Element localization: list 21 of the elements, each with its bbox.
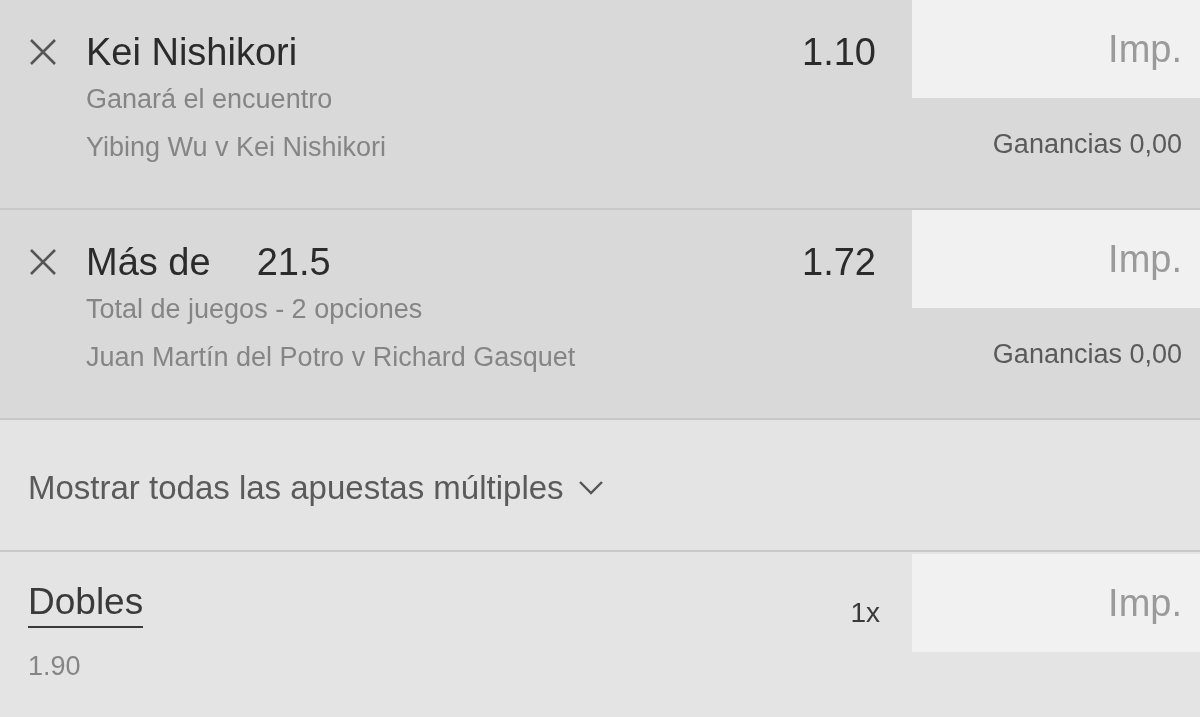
close-icon	[29, 38, 57, 66]
winnings-text: Ganancias 0,00	[991, 128, 1183, 161]
chevron-down-icon	[577, 480, 604, 496]
event-name: Yibing Wu v Kei Nishikori	[86, 131, 387, 164]
combo-odds: 1.90	[28, 650, 82, 683]
close-icon	[29, 248, 57, 276]
market-name: Total de juegos - 2 opciones	[86, 293, 424, 326]
selection-name: Kei Nishikori	[86, 30, 298, 74]
combo-name[interactable]: Dobles	[28, 578, 144, 628]
odds-value: 1.72	[801, 240, 877, 285]
selection-line: 21.5	[256, 240, 331, 284]
show-multiples-toggle[interactable]: Mostrar todas las apuestas múltiples	[28, 463, 604, 513]
stake-input-field[interactable]: Imp.	[912, 554, 1200, 652]
odds-value: 1.10	[801, 30, 877, 75]
stake-input-field[interactable]: Imp.	[912, 0, 1200, 98]
multiplier-text: 1x	[850, 596, 881, 630]
selection-name: Más de	[86, 240, 211, 284]
market-name: Ganará el encuentro	[86, 83, 334, 116]
stake-input-field[interactable]: Imp.	[912, 210, 1200, 308]
event-name: Juan Martín del Potro v Richard Gasquet	[86, 341, 576, 374]
winnings-text: Ganancias 0,00	[991, 338, 1183, 371]
